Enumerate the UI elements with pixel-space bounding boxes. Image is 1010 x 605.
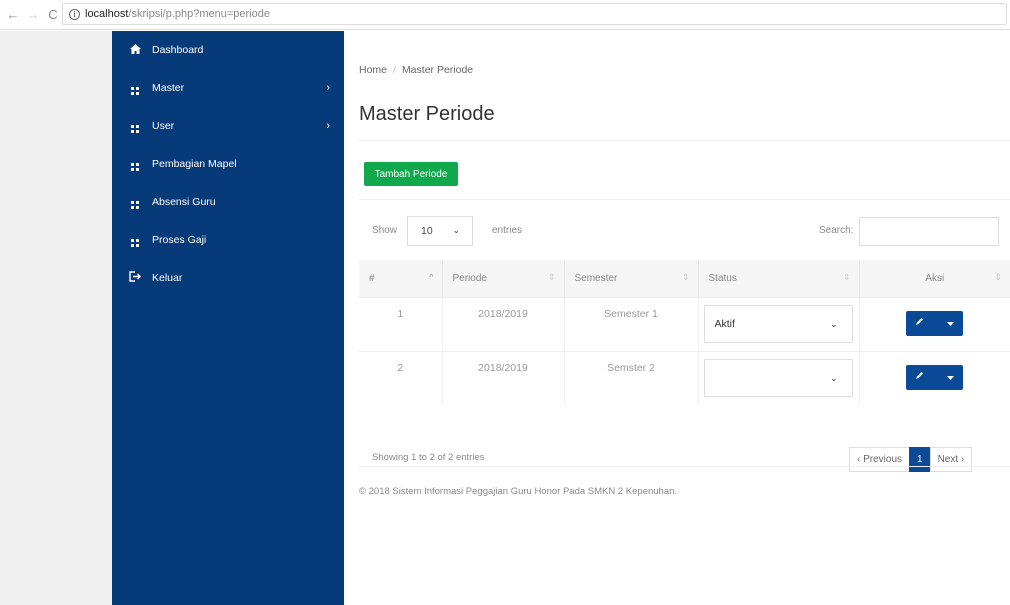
sidebar-item-label: Keluar: [152, 272, 183, 284]
sidebar-item-label: User: [152, 120, 175, 132]
sidebar-item-proses-gaji[interactable]: Proses Gaji: [112, 221, 344, 259]
breadcrumb: Home / Master Periode: [359, 64, 473, 76]
cell-semester: Semster 2: [564, 350, 699, 405]
breadcrumb-home[interactable]: Home: [359, 64, 387, 76]
status-value: Aktif: [714, 317, 735, 330]
caret-down-icon: [947, 372, 955, 383]
page-length-value: 10: [421, 225, 433, 237]
grid-icon: [128, 119, 142, 133]
sidebar-item-master[interactable]: Master ›: [112, 69, 344, 107]
sort-asc-icon: ^: [429, 272, 434, 282]
column-header-aksi[interactable]: Aksi ⇕: [859, 260, 1010, 297]
table-row: 2 2018/2019 Semster 2 ⌄: [359, 350, 1010, 405]
status-select[interactable]: Aktif ⌄: [703, 304, 853, 343]
chevron-down-icon: ⌄: [829, 318, 838, 329]
home-icon: [128, 43, 142, 57]
url-path: /skripsi/p.php?menu=periode: [128, 8, 270, 20]
caret-down-icon: [947, 318, 955, 329]
cell-status: ⌄: [698, 350, 860, 405]
sidebar-item-keluar[interactable]: Keluar: [112, 259, 344, 297]
pagination: ‹ Previous 1 Next ›: [849, 447, 973, 472]
url-host: localhost: [85, 8, 129, 20]
table-info: Showing 1 to 2 of 2 entries: [372, 452, 485, 463]
sidebar-item-dashboard[interactable]: Dashboard: [112, 31, 344, 69]
sidebar-item-label: Dashboard: [152, 44, 204, 56]
sidebar-item-label: Master: [152, 82, 185, 94]
column-header-no[interactable]: # ^: [359, 260, 443, 297]
browser-toolbar: ← → C i localhost/skripsi/p.php?menu=per…: [0, 0, 1010, 30]
cell-periode: 2018/2019: [442, 296, 565, 351]
pencil-icon: [915, 371, 924, 383]
edit-dropdown-button[interactable]: [906, 310, 964, 336]
pagination-page-1[interactable]: 1: [909, 447, 931, 472]
page-length-select[interactable]: 10 ⌄: [407, 216, 473, 246]
table-row: 1 2018/2019 Semester 1 Aktif ⌄: [359, 296, 1010, 351]
logout-icon: [128, 271, 142, 285]
sidebar: Dashboard Master › User › Pembagian Mape…: [112, 31, 344, 605]
cell-no: 1: [359, 296, 443, 351]
sort-icon: ⇕: [681, 272, 690, 282]
sidebar-item-pembagian-mapel[interactable]: Pembagian Mapel: [112, 145, 344, 183]
cell-semester: Semester 1: [564, 296, 699, 351]
info-icon[interactable]: i: [69, 8, 80, 20]
back-arrow-icon[interactable]: ←: [6, 7, 20, 22]
grid-icon: [128, 233, 142, 247]
cell-aksi: [859, 350, 1010, 405]
sidebar-item-label: Proses Gaji: [152, 234, 207, 246]
breadcrumb-current: Master Periode: [401, 64, 474, 76]
sort-icon: ⇕: [547, 272, 556, 282]
column-header-status[interactable]: Status ⇕: [698, 260, 860, 297]
status-select[interactable]: ⌄: [703, 358, 853, 397]
footer-copyright: © 2018 Sistem Informasi Peggajian Guru H…: [359, 486, 678, 497]
main-content: Home / Master Periode Master Periode Tamba…: [344, 31, 1010, 605]
address-bar[interactable]: i localhost/skripsi/p.php?menu=periode: [62, 3, 1007, 25]
breadcrumb-separator: /: [393, 64, 396, 76]
grid-icon: [128, 157, 142, 171]
page-title: Master Periode: [359, 103, 495, 125]
column-header-periode[interactable]: Periode ⇕: [442, 260, 565, 297]
chevron-down-icon: ⌄: [829, 372, 838, 383]
grid-icon: [128, 81, 142, 95]
column-header-semester[interactable]: Semester ⇕: [564, 260, 699, 297]
sort-icon: ⇕: [842, 272, 851, 282]
chevron-right-icon: ›: [326, 120, 330, 132]
search-input[interactable]: [859, 217, 999, 246]
divider: [359, 140, 1010, 141]
sidebar-item-label: Pembagian Mapel: [152, 158, 237, 170]
add-periode-button[interactable]: Tambah Periode: [364, 162, 458, 186]
reload-icon[interactable]: C: [46, 7, 60, 22]
edit-dropdown-button[interactable]: [906, 364, 964, 390]
chevron-down-icon: ⌄: [452, 225, 460, 235]
show-label: Show: [372, 225, 398, 236]
sidebar-item-absensi-guru[interactable]: Absensi Guru: [112, 183, 344, 221]
pagination-previous[interactable]: ‹ Previous: [849, 447, 911, 472]
cell-no: 2: [359, 350, 443, 405]
grid-icon: [128, 195, 142, 209]
cell-aksi: [859, 296, 1010, 351]
chevron-right-icon: ›: [326, 82, 330, 94]
sidebar-item-label: Absensi Guru: [152, 196, 216, 208]
table-header-row: # ^ Periode ⇕ Semester ⇕ Status ⇕ Aksi ⇕: [359, 260, 1010, 297]
cell-periode: 2018/2019: [442, 350, 565, 405]
sidebar-item-user[interactable]: User ›: [112, 107, 344, 145]
divider: [359, 466, 1010, 467]
sort-icon: ⇕: [994, 272, 1002, 282]
cell-status: Aktif ⌄: [698, 296, 860, 351]
pencil-icon: [915, 317, 924, 329]
forward-arrow-icon[interactable]: →: [26, 7, 40, 22]
search-label: Search:: [819, 225, 854, 236]
left-gutter: [0, 31, 112, 605]
pagination-next[interactable]: Next ›: [929, 447, 973, 472]
entries-label: entries: [492, 225, 523, 236]
data-table-panel: Show 10 ⌄ entries Search: # ^ Periode ⇕ Se…: [359, 199, 1010, 472]
periode-table: # ^ Periode ⇕ Semester ⇕ Status ⇕ Aksi ⇕ 1 20…: [359, 260, 1010, 405]
